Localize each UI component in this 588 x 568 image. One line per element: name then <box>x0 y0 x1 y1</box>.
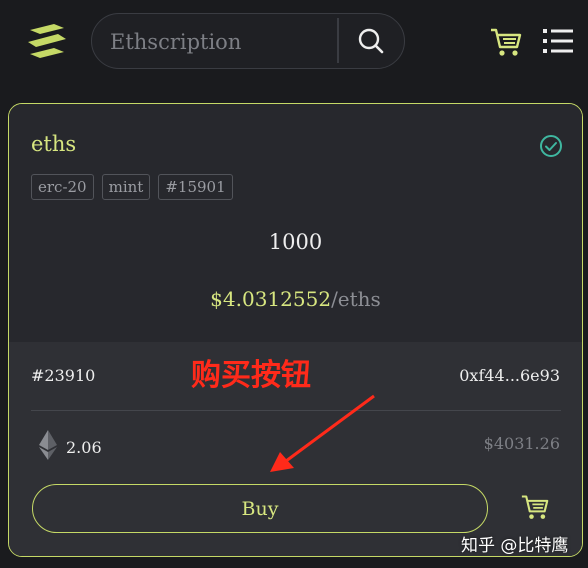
unit-price: $4.0312552/eths <box>9 287 582 311</box>
unit-price-unit: /eths <box>331 287 381 311</box>
tag-list: erc-20 mint #15901 <box>31 174 233 200</box>
inscription-id: #23910 <box>31 366 96 385</box>
unit-price-value: $4.0312552 <box>210 287 332 311</box>
eth-price: 2.06 <box>66 438 102 457</box>
add-to-cart-icon[interactable] <box>520 493 550 521</box>
verified-check-icon <box>539 134 563 158</box>
annotation-label: 购买按钮 <box>191 358 311 393</box>
cart-icon[interactable] <box>489 26 523 58</box>
listing-card: eths erc-20 mint #15901 1000 $4.0312552/… <box>8 103 583 557</box>
buy-button[interactable]: Buy <box>32 484 488 533</box>
usd-price: $4031.26 <box>483 434 560 453</box>
tag-number: #15901 <box>158 174 233 200</box>
token-ticker: eths <box>31 132 77 156</box>
menu-icon[interactable] <box>543 28 573 54</box>
search-divider <box>337 18 339 63</box>
search-input[interactable] <box>108 14 332 69</box>
watermark: 知乎 @比特鹰 <box>461 536 569 556</box>
ethereum-icon <box>39 430 57 460</box>
header <box>0 0 588 90</box>
tag-standard: erc-20 <box>31 174 94 200</box>
search-bar <box>91 13 405 69</box>
owner-address[interactable]: 0xf44...6e93 <box>459 366 560 385</box>
annotation-arrow-icon <box>260 390 380 480</box>
tag-op: mint <box>101 174 151 200</box>
token-amount: 1000 <box>268 230 323 254</box>
search-icon[interactable] <box>356 26 386 56</box>
logo-icon[interactable] <box>24 22 70 60</box>
